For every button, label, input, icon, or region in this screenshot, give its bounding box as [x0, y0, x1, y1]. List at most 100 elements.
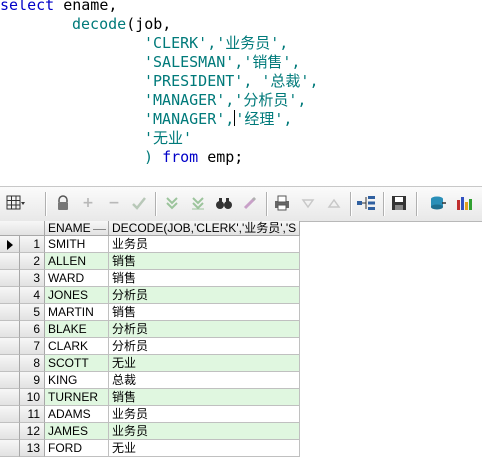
- from-keyword: from: [162, 148, 199, 166]
- chart-icon[interactable]: [455, 193, 475, 213]
- cell-decode[interactable]: 无业: [109, 440, 300, 457]
- row-indicator[interactable]: [0, 253, 20, 270]
- row-number: 1: [20, 236, 45, 253]
- table-row[interactable]: 2 ALLEN 销售: [0, 253, 300, 270]
- table-row[interactable]: 3 WARD 销售: [0, 270, 300, 287]
- cell-decode[interactable]: 总裁: [109, 372, 300, 389]
- row-number: 6: [20, 321, 45, 338]
- export-icon[interactable]: [428, 193, 448, 213]
- clear-icon[interactable]: [240, 193, 260, 213]
- sort-desc-icon[interactable]: [298, 193, 318, 213]
- column-header-ename[interactable]: ENAME: [45, 221, 109, 236]
- row-indicator[interactable]: [0, 287, 20, 304]
- cell-decode[interactable]: 业务员: [109, 236, 300, 253]
- toolbar-separator: [383, 192, 385, 216]
- sql-line-4: 'SALESMAN','销售',: [144, 53, 301, 71]
- cell-decode[interactable]: 销售: [109, 253, 300, 270]
- table-row[interactable]: 7 CLARK 分析员: [0, 338, 300, 355]
- row-number: 5: [20, 304, 45, 321]
- table-row[interactable]: 9 KING 总裁: [0, 372, 300, 389]
- cell-decode[interactable]: 销售: [109, 270, 300, 287]
- sql-text: ): [144, 148, 163, 166]
- row-indicator[interactable]: [0, 321, 20, 338]
- cell-ename[interactable]: MARTIN: [45, 304, 109, 321]
- cell-ename[interactable]: SCOTT: [45, 355, 109, 372]
- table-row[interactable]: 8 SCOTT 无业: [0, 355, 300, 372]
- table-row[interactable]: 11 ADAMS 业务员: [0, 406, 300, 423]
- row-indicator[interactable]: [0, 440, 20, 457]
- cell-ename[interactable]: TURNER: [45, 389, 109, 406]
- cell-ename[interactable]: CLARK: [45, 338, 109, 355]
- find-icon[interactable]: [214, 193, 234, 213]
- row-indicator[interactable]: [0, 304, 20, 321]
- grid-menu-icon[interactable]: [6, 193, 26, 213]
- toolbar-separator: [350, 192, 352, 216]
- sql-line-7: 'MANAGER','经理',: [144, 110, 292, 129]
- result-grid: ENAME DECODE(JOB,'CLERK','业务员','S 1 SMITH…: [0, 221, 300, 457]
- toolbar-separator: [45, 192, 47, 216]
- delete-row-icon[interactable]: −: [104, 193, 124, 213]
- row-number: 9: [20, 372, 45, 389]
- sql-line-9: ) from emp;: [144, 148, 243, 167]
- row-indicator[interactable]: [0, 338, 20, 355]
- cell-ename[interactable]: ADAMS: [45, 406, 109, 423]
- row-number: 2: [20, 253, 45, 270]
- cell-decode[interactable]: 分析员: [109, 321, 300, 338]
- row-indicator[interactable]: [0, 389, 20, 406]
- row-number: 10: [20, 389, 45, 406]
- cell-decode[interactable]: 分析员: [109, 287, 300, 304]
- row-indicator[interactable]: [0, 236, 20, 253]
- table-row[interactable]: 4 JONES 分析员: [0, 287, 300, 304]
- row-indicator[interactable]: [0, 423, 20, 440]
- sort-asc-icon[interactable]: [324, 193, 344, 213]
- column-header-label: DECODE(JOB,'CLERK','业务员','S: [112, 221, 297, 235]
- cell-decode[interactable]: 业务员: [109, 406, 300, 423]
- save-icon[interactable]: [389, 193, 409, 213]
- cell-ename[interactable]: JONES: [45, 287, 109, 304]
- clear-filter-icon[interactable]: [188, 193, 208, 213]
- sql-text: 'MANAGER',: [144, 110, 235, 128]
- filter-icon[interactable]: [162, 193, 182, 213]
- sql-editor[interactable]: select ename, decode(job, 'CLERK','业务员',…: [0, 0, 482, 182]
- table-row[interactable]: 1 SMITH 业务员: [0, 236, 300, 253]
- cell-decode[interactable]: 销售: [109, 389, 300, 406]
- cell-ename[interactable]: JAMES: [45, 423, 109, 440]
- post-icon[interactable]: [129, 193, 149, 213]
- column-header-decode[interactable]: DECODE(JOB,'CLERK','业务员','S: [109, 221, 300, 236]
- sql-text: '经理',: [235, 110, 293, 128]
- table-row[interactable]: 12 JAMES 业务员: [0, 423, 300, 440]
- row-indicator[interactable]: [0, 406, 20, 423]
- table-row[interactable]: 10 TURNER 销售: [0, 389, 300, 406]
- cell-ename[interactable]: WARD: [45, 270, 109, 287]
- cell-ename[interactable]: SMITH: [45, 236, 109, 253]
- print-icon[interactable]: [272, 193, 292, 213]
- toolbar-separator: [266, 192, 268, 216]
- cell-decode[interactable]: 无业: [109, 355, 300, 372]
- tree-icon[interactable]: [356, 193, 376, 213]
- lock-icon[interactable]: [53, 193, 73, 213]
- table-row[interactable]: 6 BLAKE 分析员: [0, 321, 300, 338]
- sql-line-5: 'PRESIDENT', '总裁',: [144, 72, 319, 90]
- cell-ename[interactable]: ALLEN: [45, 253, 109, 270]
- row-indicator[interactable]: [0, 270, 20, 287]
- add-row-icon[interactable]: +: [78, 193, 98, 213]
- row-number: 3: [20, 270, 45, 287]
- cell-ename[interactable]: BLAKE: [45, 321, 109, 338]
- row-indicator[interactable]: [0, 372, 20, 389]
- toolbar-separator: [155, 192, 157, 216]
- cell-ename[interactable]: KING: [45, 372, 109, 389]
- cell-decode[interactable]: 销售: [109, 304, 300, 321]
- table-row[interactable]: 5 MARTIN 销售: [0, 304, 300, 321]
- column-sort-icon[interactable]: [92, 223, 106, 230]
- table-row[interactable]: 13 FORD 无业: [0, 440, 300, 457]
- row-number: 4: [20, 287, 45, 304]
- sql-line-8: '无业': [144, 129, 193, 147]
- cell-ename[interactable]: FORD: [45, 440, 109, 457]
- row-indicator[interactable]: [0, 355, 20, 372]
- sql-line-2: decode(job,: [72, 15, 171, 34]
- cell-decode[interactable]: 分析员: [109, 338, 300, 355]
- select-keyword: select: [0, 0, 55, 14]
- row-number: 11: [20, 406, 45, 423]
- cell-decode[interactable]: 业务员: [109, 423, 300, 440]
- data-grid-toolbar: + −: [0, 186, 482, 222]
